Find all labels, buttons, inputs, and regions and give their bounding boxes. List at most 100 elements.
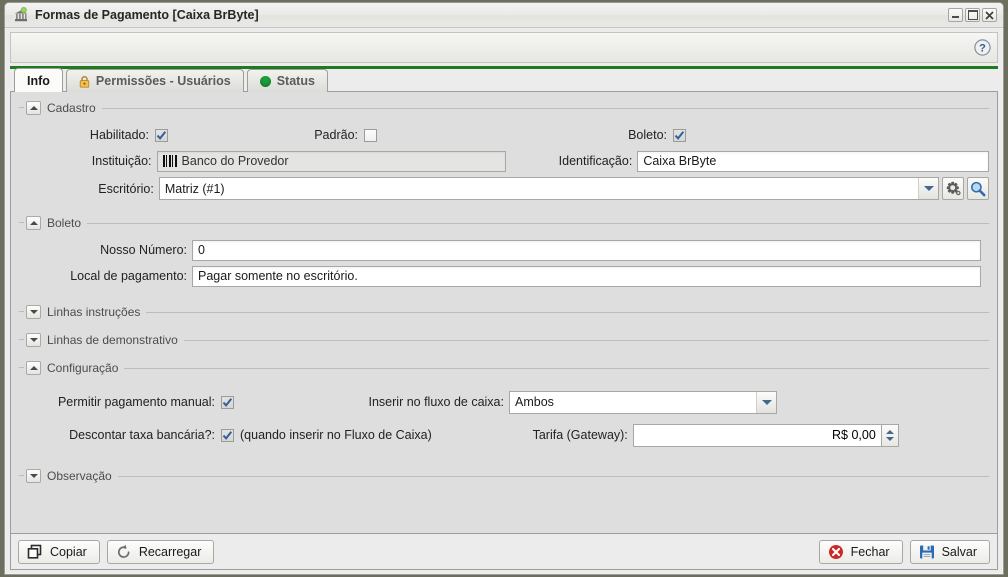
title-bar: Formas de Pagamento [Caixa BrByte] <box>5 3 1003 28</box>
local-pagamento-value: Pagar somente no escritório. <box>198 269 358 283</box>
fechar-label: Fechar <box>850 544 890 559</box>
lock-icon <box>79 75 90 88</box>
tab-permissoes-label: Permissões - Usuários <box>95 74 231 88</box>
row-local-pagamento: Local de pagamento: Pagar somente no esc… <box>19 263 989 289</box>
tab-bar: Info Permissões - Usuários Status <box>5 68 1003 92</box>
section-linhas-instrucoes-title: Linhas instruções <box>47 305 141 319</box>
copiar-button[interactable]: Copiar <box>18 539 100 564</box>
section-observacao: Observação <box>19 468 989 484</box>
chevron-down-icon[interactable] <box>756 391 776 413</box>
recarregar-label: Recarregar <box>138 544 202 559</box>
section-boleto-body: Nosso Número: 0 Local de pagamento: Paga… <box>19 231 989 297</box>
instituicao-value: Banco do Provedor <box>181 154 289 168</box>
salvar-label: Salvar <box>941 544 977 559</box>
tab-info[interactable]: Info <box>14 68 63 92</box>
escritorio-value: Matriz (#1) <box>164 181 225 196</box>
tarifa-gateway-input[interactable]: R$ 0,00 <box>632 423 882 447</box>
section-cadastro: Cadastro Habilitado: Padrão: Boleto: Ins… <box>19 100 989 211</box>
instituicao-field: Banco do Provedor <box>156 150 507 172</box>
descontar-taxa-note: (quando inserir no Fluxo de Caixa) <box>240 428 432 442</box>
inserir-fluxo-caixa-value: Ambos <box>515 395 554 409</box>
identificacao-value: Caixa BrByte <box>643 154 717 168</box>
inserir-fluxo-caixa-combobox[interactable]: Ambos <box>509 390 777 414</box>
section-linhas-demonstrativo-toggle[interactable] <box>26 333 41 347</box>
chevron-up-icon <box>29 366 38 370</box>
section-cadastro-header: Cadastro <box>19 100 989 116</box>
section-linhas-demonstrativo-title: Linhas de demonstrativo <box>47 333 178 347</box>
fechar-button[interactable]: Fechar <box>818 539 903 564</box>
padrao-checkbox[interactable] <box>364 128 377 142</box>
tab-status[interactable]: Status <box>246 69 328 92</box>
section-cadastro-body: Habilitado: Padrão: Boleto: Instituição: <box>19 116 989 211</box>
escritorio-search-button[interactable] <box>967 177 989 200</box>
nosso-numero-value: 0 <box>198 243 205 257</box>
boleto-checkbox[interactable] <box>673 128 686 142</box>
descontar-taxa-checkbox[interactable] <box>221 428 234 442</box>
section-cadastro-title: Cadastro <box>47 101 96 115</box>
identificacao-input[interactable]: Caixa BrByte <box>637 150 989 172</box>
row-instituicao: Instituição: Banco do Provedor Identific… <box>19 148 989 174</box>
tarifa-gateway-stepper[interactable] <box>881 423 899 447</box>
close-window-button[interactable] <box>982 8 997 22</box>
section-configuracao-header: Configuração <box>19 360 989 376</box>
habilitado-checkbox[interactable] <box>155 128 168 142</box>
escritorio-label: Escritório: <box>98 181 154 196</box>
application-window: Formas de Pagamento [Caixa BrByte] ? Inf… <box>4 2 1004 575</box>
row-permitir-fluxo: Permitir pagamento manual: Inserir no fl… <box>19 386 989 418</box>
section-observacao-header: Observação <box>19 468 989 484</box>
chevron-down-icon[interactable] <box>918 178 938 199</box>
section-configuracao-toggle[interactable] <box>26 361 41 375</box>
divider <box>183 340 989 341</box>
svg-text:?: ? <box>979 43 986 55</box>
section-linhas-instrucoes-toggle[interactable] <box>26 305 41 319</box>
section-linhas-demonstrativo: Linhas de demonstrativo <box>19 332 989 348</box>
tab-content-info: Cadastro Habilitado: Padrão: Boleto: Ins… <box>10 92 998 534</box>
section-observacao-title: Observação <box>47 469 112 483</box>
salvar-button[interactable]: Salvar <box>909 539 990 564</box>
inserir-fluxo-caixa-label: Inserir no fluxo de caixa: <box>368 395 505 409</box>
stepper-down-icon[interactable] <box>885 436 894 441</box>
recarregar-button[interactable]: Recarregar <box>106 539 215 564</box>
tab-permissoes-usuarios[interactable]: Permissões - Usuários <box>65 69 244 92</box>
section-cadastro-toggle[interactable] <box>26 101 41 115</box>
tab-status-label: Status <box>276 74 315 88</box>
chevron-down-icon <box>29 474 38 478</box>
permitir-pagamento-manual-label: Permitir pagamento manual: <box>57 395 215 409</box>
local-pagamento-input[interactable]: Pagar somente no escritório. <box>192 265 981 287</box>
descontar-taxa-label: Descontar taxa bancária?: <box>69 428 215 442</box>
nosso-numero-label: Nosso Número: <box>100 243 187 257</box>
green-dot-icon <box>259 75 271 87</box>
divider <box>146 312 989 313</box>
escritorio-settings-button[interactable] <box>942 177 964 200</box>
maximize-button[interactable] <box>965 8 980 22</box>
stepper-up-icon[interactable] <box>885 429 894 434</box>
section-linhas-demonstrativo-header: Linhas de demonstrativo <box>19 332 989 348</box>
section-linhas-instrucoes-header: Linhas instruções <box>19 304 989 320</box>
barcode-icon <box>162 155 177 167</box>
row-flags: Habilitado: Padrão: Boleto: <box>19 122 989 148</box>
help-icon[interactable]: ? <box>974 39 991 56</box>
boleto-flag-label: Boleto: <box>628 128 667 142</box>
section-boleto-toggle[interactable] <box>26 216 41 230</box>
nosso-numero-input[interactable]: 0 <box>192 239 981 261</box>
window-controls <box>948 8 1000 22</box>
divider <box>101 108 989 109</box>
escritorio-combobox[interactable]: Matriz (#1) <box>158 177 939 200</box>
chevron-down-icon <box>29 310 38 314</box>
toolbar-strip: ? <box>10 32 998 63</box>
instituicao-label: Instituição: <box>91 154 152 168</box>
divider <box>117 476 989 477</box>
tab-info-label: Info <box>27 73 50 88</box>
minimize-button[interactable] <box>948 8 963 22</box>
bank-icon <box>13 7 29 23</box>
identificacao-label: Identificação: <box>558 154 633 168</box>
permitir-pagamento-manual-checkbox[interactable] <box>221 395 234 409</box>
section-observacao-toggle[interactable] <box>26 469 41 483</box>
close-circle-icon <box>828 544 843 559</box>
row-nosso-numero: Nosso Número: 0 <box>19 237 989 263</box>
local-pagamento-label: Local de pagamento: <box>70 269 187 283</box>
divider <box>87 223 989 224</box>
habilitado-label: Habilitado: <box>89 128 149 142</box>
section-configuracao-body: Permitir pagamento manual: Inserir no fl… <box>19 376 989 460</box>
window-title: Formas de Pagamento [Caixa BrByte] <box>35 8 259 22</box>
